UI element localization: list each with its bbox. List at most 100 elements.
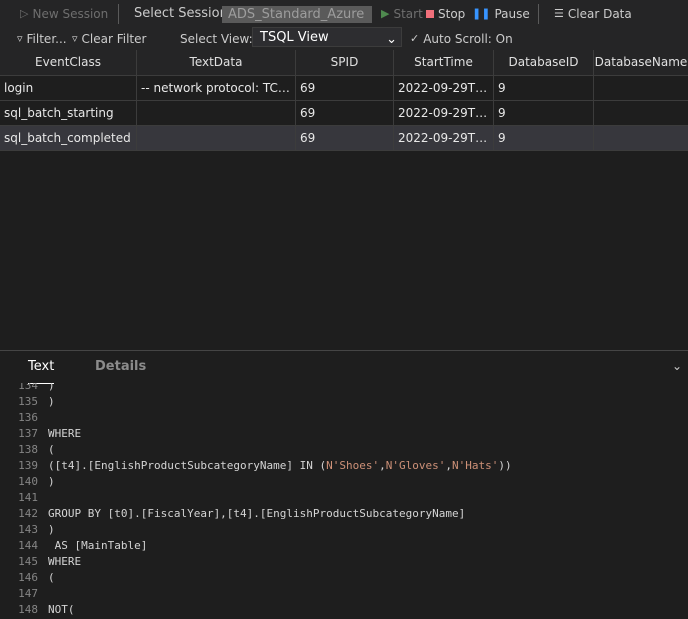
code-segment: , [445, 459, 452, 472]
code-text: ) [48, 383, 55, 392]
clear-filter-button[interactable]: ▿ Clear Filter [72, 27, 146, 50]
cell-databasename [594, 76, 688, 100]
code-text: ) [48, 395, 55, 408]
clear-data-icon: ☰ [554, 7, 564, 20]
select-session-label: Select Session: [134, 6, 233, 21]
cell-starttime: 2022-09-29T12:... [394, 76, 494, 100]
stop-button[interactable]: Stop [426, 0, 465, 27]
line-number: 138 [18, 443, 38, 456]
cell-eventclass: sql_batch_completed [0, 126, 137, 150]
line-number: 135 [18, 395, 38, 408]
auto-scroll-label: Auto Scroll: On [423, 31, 513, 46]
code-segment: )) [498, 459, 512, 472]
auto-scroll-toggle[interactable]: ✓ Auto Scroll: On [410, 27, 513, 50]
column-header-textdata[interactable]: TextData [137, 50, 296, 75]
toolbar-top: ▷ New Session Select Session: ADS_Standa… [0, 0, 688, 27]
start-icon: ▶ [381, 7, 390, 20]
session-select[interactable]: ADS_Standard_Azure [222, 6, 372, 23]
column-header-databasename[interactable]: DatabaseName [594, 50, 688, 75]
cell-textdata [137, 126, 296, 150]
detail-pane-tabs: Text Details ⌄ [0, 350, 688, 384]
column-header-starttime[interactable]: StartTime [394, 50, 494, 75]
line-number: 148 [18, 603, 38, 616]
line-number: 142 [18, 507, 38, 520]
code-text: WHERE [48, 427, 82, 440]
line-number: 136 [18, 411, 38, 424]
code-text: AS [MainTable] [48, 539, 148, 552]
line-number: 147 [18, 587, 38, 600]
start-button[interactable]: ▶ Start [381, 0, 423, 27]
pause-icon: ❚❚ [472, 7, 491, 20]
line-number: 134 [18, 383, 38, 392]
chevron-down-icon[interactable]: ⌄ [672, 359, 682, 373]
cell-spid: 69 [296, 126, 394, 150]
cell-spid: 69 [296, 101, 394, 125]
cell-databasename [594, 101, 688, 125]
code-text: ) [48, 475, 55, 488]
string-literal: N'Hats' [452, 459, 499, 472]
stop-icon [426, 9, 434, 18]
code-segment: , [379, 459, 386, 472]
pause-button[interactable]: ❚❚ Pause [472, 0, 530, 27]
cell-spid: 69 [296, 76, 394, 100]
cell-eventclass: login [0, 76, 137, 100]
clear-data-button[interactable]: ☰ Clear Data [554, 0, 632, 27]
column-header-eventclass[interactable]: EventClass [0, 50, 137, 75]
filter-button[interactable]: ▿ Filter... [17, 27, 67, 50]
new-session-label: New Session [32, 6, 109, 21]
line-number: 140 [18, 475, 38, 488]
column-header-databaseid[interactable]: DatabaseID [494, 50, 594, 75]
string-literal: N'Shoes' [326, 459, 380, 472]
cell-databasename [594, 126, 688, 150]
cell-eventclass: sql_batch_starting [0, 101, 137, 125]
filter-label: Filter... [26, 31, 67, 46]
code-text: ( [48, 571, 55, 584]
cell-textdata [137, 101, 296, 125]
chevron-down-icon: ⌄ [386, 32, 397, 47]
line-number: 139 [18, 459, 38, 472]
filter-icon: ▿ [17, 32, 23, 45]
column-header-spid[interactable]: SPID [296, 50, 394, 75]
checkmark-icon: ✓ [410, 32, 420, 45]
view-select[interactable]: TSQL View ⌄ [252, 27, 402, 47]
code-text: ( [48, 443, 55, 456]
line-number: 141 [18, 491, 38, 504]
toolbar-divider [538, 4, 539, 24]
table-row[interactable]: login -- network protocol: TCP/IP 69 202… [0, 76, 688, 101]
new-session-icon: ▷ [20, 7, 29, 20]
code-editor[interactable]: 134) 135) 136 137 WHERE 138 ( 139 ([t4].[En… [0, 383, 688, 619]
line-number: 144 [18, 539, 38, 552]
code-segment: ([t4].[EnglishProductSubcategoryName] IN… [48, 459, 327, 472]
select-view-label: Select View: [180, 31, 253, 46]
start-label: Start [393, 6, 423, 21]
tab-details[interactable]: Details [95, 351, 146, 383]
cell-databaseid: 9 [494, 101, 594, 125]
line-number: 145 [18, 555, 38, 568]
stop-label: Stop [438, 6, 466, 21]
clear-data-label: Clear Data [567, 6, 632, 21]
cell-textdata: -- network protocol: TCP/IP [137, 76, 296, 100]
code-text: ([t4].[EnglishProductSubcategoryName] IN… [48, 458, 512, 474]
code-text: GROUP BY [t0].[FiscalYear],[t4].[English… [48, 507, 466, 520]
code-text: WHERE [48, 555, 82, 568]
pause-label: Pause [494, 6, 530, 21]
cell-starttime: 2022-09-29T12:... [394, 126, 494, 150]
line-number: 143 [18, 523, 38, 536]
code-text: ) [48, 523, 55, 536]
string-literal: N'Gloves' [385, 459, 446, 472]
cell-databaseid: 9 [494, 126, 594, 150]
new-session-button[interactable]: ▷ New Session [20, 0, 108, 27]
cell-databaseid: 9 [494, 76, 594, 100]
table-row[interactable]: sql_batch_completed 69 2022-09-29T12:...… [0, 126, 688, 151]
view-select-value: TSQL View [260, 30, 329, 45]
grid-header: EventClass TextData SPID StartTime Datab… [0, 50, 688, 76]
clear-filter-label: Clear Filter [81, 31, 147, 46]
code-text: NOT( [48, 603, 75, 616]
line-number: 137 [18, 427, 38, 440]
tab-text[interactable]: Text [28, 351, 55, 384]
cell-starttime: 2022-09-29T12:... [394, 101, 494, 125]
clear-filter-icon: ▿ [72, 32, 78, 45]
toolbar-divider [118, 4, 119, 24]
table-row[interactable]: sql_batch_starting 69 2022-09-29T12:... … [0, 101, 688, 126]
line-number: 146 [18, 571, 38, 584]
